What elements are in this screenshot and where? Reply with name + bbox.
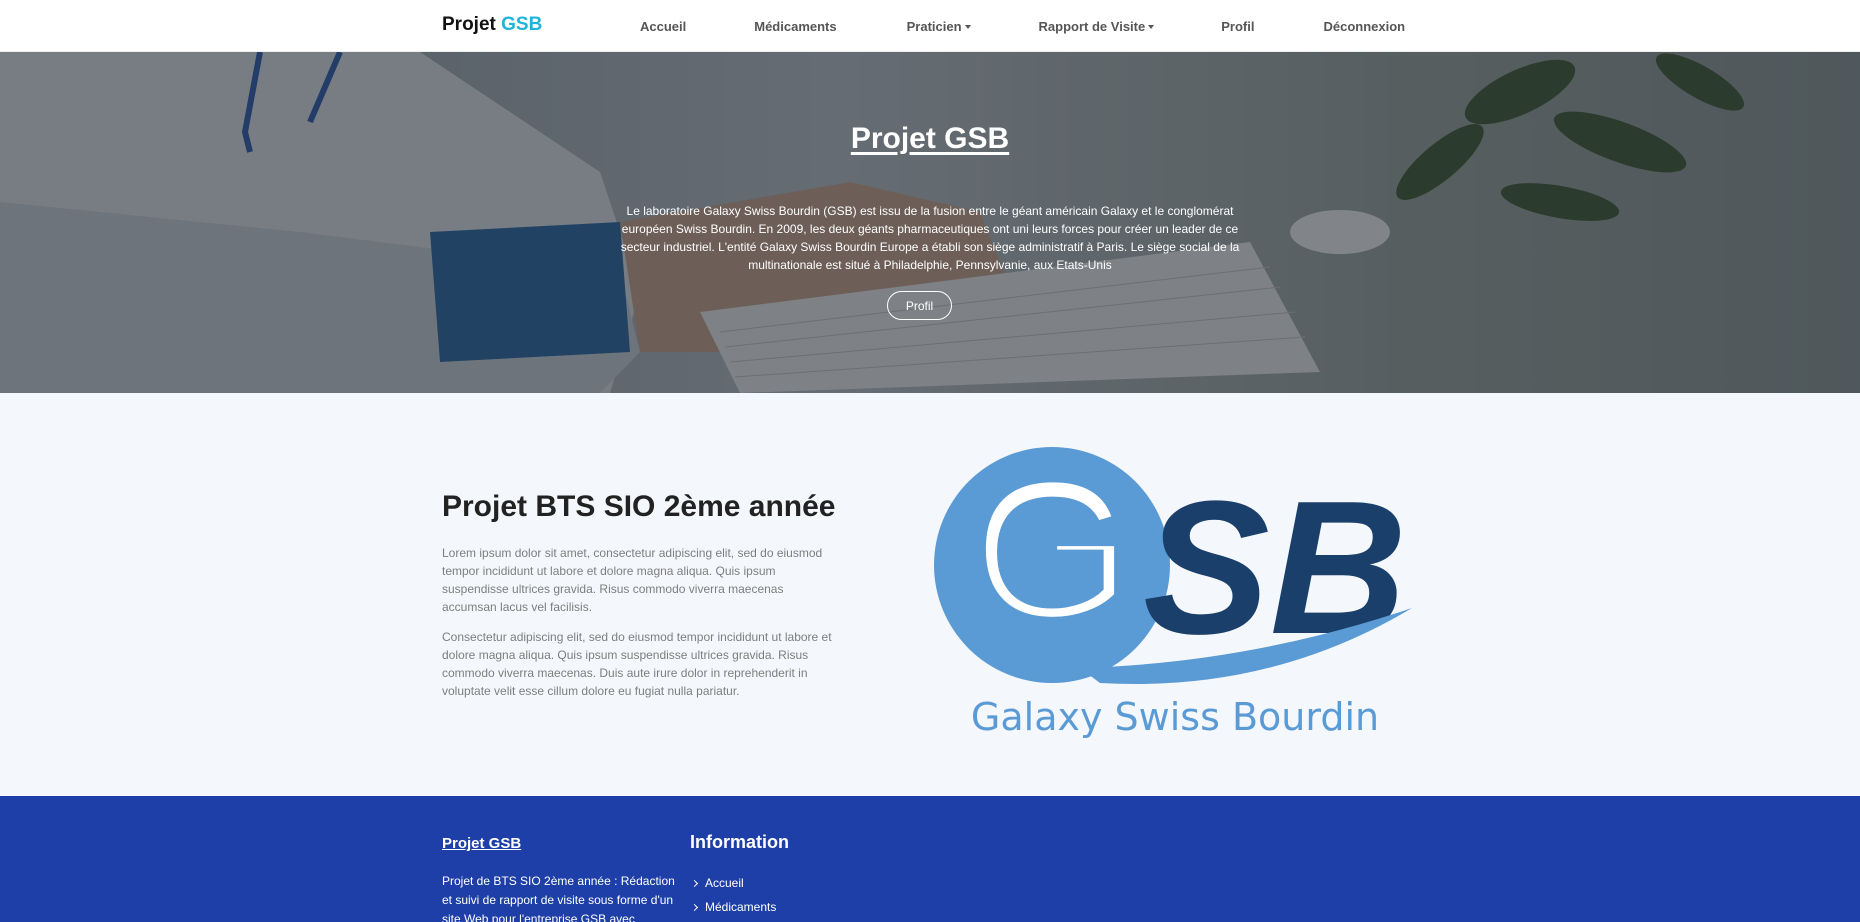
footer-link-accueil[interactable]: Accueil — [690, 871, 776, 895]
navbar: Projet GSB Accueil Médicaments Praticien… — [0, 0, 1860, 52]
footer: Projet GSB Projet de BTS SIO 2ème année … — [0, 796, 1860, 922]
brand-logo[interactable]: Projet GSB — [442, 14, 542, 36]
nav-link-deconnexion[interactable]: Déconnexion — [1323, 19, 1405, 34]
nav-link-profil[interactable]: Profil — [1221, 19, 1254, 34]
hero-description: Le laboratoire Galaxy Swiss Bourdin (GSB… — [620, 204, 1240, 272]
brand-accent: GSB — [501, 14, 543, 35]
nav-link-medicaments[interactable]: Médicaments — [754, 19, 836, 34]
footer-link-label: Médicaments — [705, 900, 777, 914]
logo-tagline: Galaxy Swiss Bourdin — [971, 695, 1379, 739]
logo-letter-g-inner: G — [991, 465, 1114, 641]
hero-section: Projet GSB Le laboratoire Galaxy Swiss B… — [0, 52, 1860, 393]
footer-link-medicaments[interactable]: Médicaments — [690, 895, 777, 919]
about-section: Projet BTS SIO 2ème année Lorem ipsum do… — [0, 393, 1860, 796]
footer-info-list: Accueil Médicaments — [690, 871, 777, 919]
nav-links: Accueil Médicaments Praticien Rapport de… — [600, 0, 1405, 52]
nav-link-rapport-label: Rapport de Visite — [1038, 18, 1146, 34]
profil-button[interactable]: Profil — [887, 291, 952, 320]
chevron-down-icon — [1148, 25, 1155, 30]
gsb-logo: G G SB Galaxy Swiss Bourdin — [934, 444, 1412, 739]
chevron-down-icon — [964, 25, 971, 30]
nav-link-praticien-label: Praticien — [906, 18, 962, 34]
about-title: Projet BTS SIO 2ème année — [442, 490, 836, 523]
about-paragraph-2: Consectetur adipiscing elit, sed do eius… — [442, 630, 832, 698]
chevron-right-icon — [690, 903, 699, 911]
footer-brand-link[interactable]: Projet GSB — [442, 835, 521, 852]
hero-content: Projet GSB Le laboratoire Galaxy Swiss B… — [0, 52, 1860, 393]
footer-link-label: Accueil — [705, 876, 744, 890]
chevron-right-icon — [690, 879, 699, 887]
nav-link-accueil[interactable]: Accueil — [640, 19, 686, 34]
nav-link-praticien[interactable]: Praticien — [907, 19, 971, 34]
brand-main: Projet — [442, 14, 496, 35]
logo-letters-sb: SB — [1143, 462, 1407, 674]
footer-description: Projet de BTS SIO 2ème année : Rédaction… — [442, 874, 675, 922]
footer-info-heading: Information — [690, 832, 789, 852]
nav-link-rapport-visite[interactable]: Rapport de Visite — [1039, 19, 1155, 34]
hero-title: Projet GSB — [850, 122, 1010, 155]
about-paragraph-1: Lorem ipsum dolor sit amet, consectetur … — [442, 546, 823, 614]
